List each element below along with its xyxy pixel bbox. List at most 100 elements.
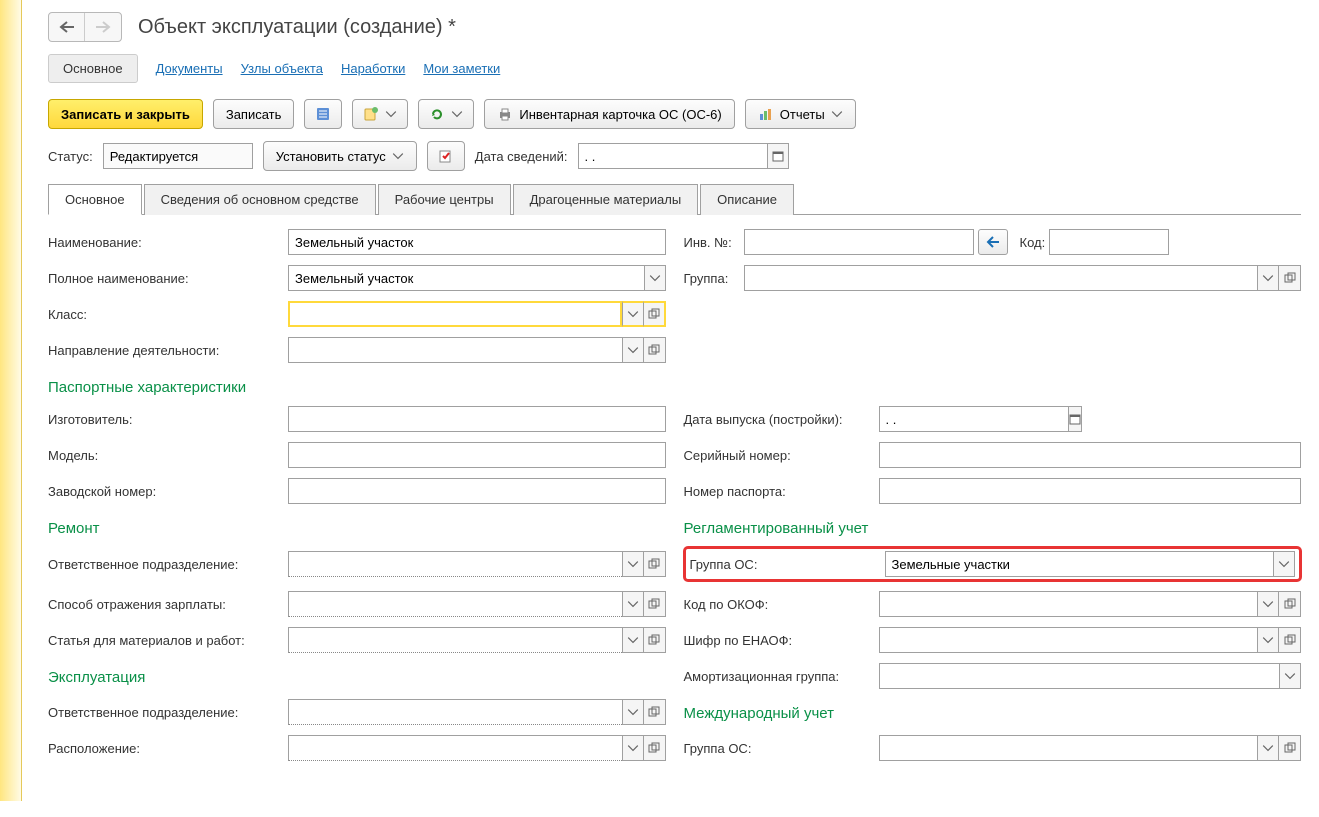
refresh-button[interactable] <box>418 99 474 129</box>
save-button[interactable]: Записать <box>213 99 295 129</box>
intl-os-group-dropdown[interactable] <box>1257 735 1279 761</box>
intl-heading: Международный учет <box>684 705 1302 722</box>
materials-article-open[interactable] <box>644 627 666 653</box>
repair-dept-open[interactable] <box>644 551 666 577</box>
navtab-notes[interactable]: Мои заметки <box>423 55 500 82</box>
salary-method-open[interactable] <box>644 591 666 617</box>
check-button[interactable] <box>427 141 465 171</box>
activity-direction-open[interactable] <box>644 337 666 363</box>
intl-os-group-input[interactable] <box>879 735 1258 761</box>
info-date-label: Дата сведений: <box>475 149 568 164</box>
class-input[interactable] <box>288 301 622 327</box>
operation-dept-label: Ответственное подразделение: <box>48 705 288 720</box>
materials-article-input[interactable] <box>288 627 622 653</box>
salary-method-dropdown[interactable] <box>622 591 644 617</box>
tab-fixed-asset-info[interactable]: Сведения об основном средстве <box>144 184 376 215</box>
tab-main[interactable]: Основное <box>48 184 142 215</box>
name-input[interactable] <box>288 229 666 255</box>
code-input[interactable] <box>1049 229 1169 255</box>
class-open[interactable] <box>644 301 666 327</box>
info-date-calendar[interactable] <box>767 143 789 169</box>
class-label: Класс: <box>48 307 288 322</box>
full-name-input[interactable] <box>288 265 644 291</box>
chevron-down-icon <box>627 598 639 610</box>
inventory-card-button[interactable]: Инвентарная карточка ОС (ОС-6) <box>484 99 734 129</box>
materials-article-dropdown[interactable] <box>622 627 644 653</box>
tab-description[interactable]: Описание <box>700 184 794 215</box>
chevron-down-icon <box>627 634 639 646</box>
okof-input[interactable] <box>879 591 1258 617</box>
model-input[interactable] <box>288 442 666 468</box>
save-close-button[interactable]: Записать и закрыть <box>48 99 203 129</box>
calendar-icon <box>1069 413 1081 425</box>
group-open[interactable] <box>1279 265 1301 291</box>
passport-heading: Паспортные характеристики <box>48 379 1301 396</box>
navtab-workings[interactable]: Наработки <box>341 55 405 82</box>
salary-method-label: Способ отражения зарплаты: <box>48 597 288 612</box>
arrow-left-icon <box>59 21 75 33</box>
enaof-input[interactable] <box>879 627 1258 653</box>
tab-precious-materials[interactable]: Драгоценные материалы <box>513 184 699 215</box>
release-date-input[interactable] <box>879 406 1068 432</box>
repair-heading: Ремонт <box>48 520 666 537</box>
navtab-nodes[interactable]: Узлы объекта <box>241 55 323 82</box>
amort-group-input[interactable] <box>879 663 1280 689</box>
full-name-dropdown[interactable] <box>644 265 666 291</box>
chevron-down-icon <box>627 742 639 754</box>
attach-icon <box>363 106 379 122</box>
activity-direction-dropdown[interactable] <box>622 337 644 363</box>
serial-number-input[interactable] <box>879 442 1302 468</box>
forward-button[interactable] <box>85 13 121 41</box>
back-button[interactable] <box>49 13 85 41</box>
attach-button[interactable] <box>352 99 408 129</box>
enaof-open[interactable] <box>1279 627 1301 653</box>
intl-os-group-label: Группа ОС: <box>684 741 879 756</box>
intl-os-group-open[interactable] <box>1279 735 1301 761</box>
inv-no-input[interactable] <box>744 229 974 255</box>
location-open[interactable] <box>644 735 666 761</box>
operation-dept-open[interactable] <box>644 699 666 725</box>
set-status-button[interactable]: Установить статус <box>263 141 417 171</box>
repair-dept-dropdown[interactable] <box>622 551 644 577</box>
activity-direction-input[interactable] <box>288 337 622 363</box>
page-title: Объект эксплуатации (создание) * <box>138 16 456 39</box>
info-date-input[interactable] <box>578 143 767 169</box>
chevron-down-icon <box>1278 558 1290 570</box>
status-value[interactable] <box>103 143 253 169</box>
navtab-main[interactable]: Основное <box>48 54 138 83</box>
group-input[interactable] <box>744 265 1258 291</box>
factory-number-input[interactable] <box>288 478 666 504</box>
chevron-down-icon <box>451 108 463 120</box>
open-icon <box>648 344 660 356</box>
manufacturer-input[interactable] <box>288 406 666 432</box>
location-dropdown[interactable] <box>622 735 644 761</box>
release-date-calendar[interactable] <box>1068 406 1082 432</box>
reports-button[interactable]: Отчеты <box>745 99 856 129</box>
operation-dept-dropdown[interactable] <box>622 699 644 725</box>
tab-work-centers[interactable]: Рабочие центры <box>378 184 511 215</box>
okof-dropdown[interactable] <box>1257 591 1279 617</box>
navtab-documents[interactable]: Документы <box>156 55 223 82</box>
model-label: Модель: <box>48 448 288 463</box>
chevron-down-icon <box>831 108 843 120</box>
amort-group-dropdown[interactable] <box>1279 663 1301 689</box>
os-group-dropdown[interactable] <box>1273 551 1295 577</box>
arrow-back-icon <box>986 236 1000 248</box>
okof-open[interactable] <box>1279 591 1301 617</box>
list-icon <box>315 106 331 122</box>
inventory-card-label: Инвентарная карточка ОС (ОС-6) <box>519 107 721 122</box>
refresh-icon <box>429 106 445 122</box>
set-status-label: Установить статус <box>276 149 386 164</box>
inv-no-back-button[interactable] <box>978 229 1008 255</box>
repair-dept-input[interactable] <box>288 551 622 577</box>
group-label: Группа: <box>684 271 744 286</box>
os-group-input[interactable] <box>885 551 1274 577</box>
group-dropdown[interactable] <box>1257 265 1279 291</box>
class-dropdown[interactable] <box>622 301 644 327</box>
operation-dept-input[interactable] <box>288 699 622 725</box>
passport-number-input[interactable] <box>879 478 1302 504</box>
salary-method-input[interactable] <box>288 591 622 617</box>
list-button[interactable] <box>304 99 342 129</box>
enaof-dropdown[interactable] <box>1257 627 1279 653</box>
location-input[interactable] <box>288 735 622 761</box>
